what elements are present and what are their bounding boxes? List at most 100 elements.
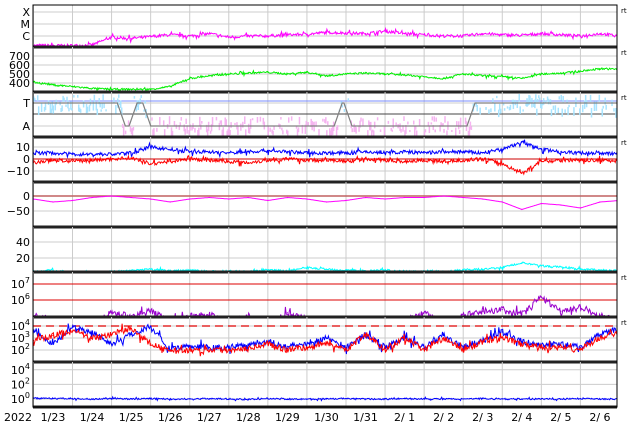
polarity-mark (88, 105, 91, 112)
data-point (540, 296, 542, 298)
data-point (267, 159, 269, 161)
data-point (267, 199, 269, 202)
x-tick-label: 1/30 (314, 411, 339, 424)
polarity-mark (140, 95, 142, 98)
data-point (443, 160, 445, 162)
data-point (189, 198, 191, 200)
polarity-mark (428, 125, 431, 134)
x-tick-label: 2/ 3 (472, 411, 493, 424)
polarity-mark (499, 108, 502, 114)
rt-label: rt (621, 319, 627, 327)
data-point (423, 349, 425, 351)
polarity-mark (229, 129, 231, 135)
data-point (579, 305, 582, 307)
data-point (540, 398, 542, 400)
data-point (150, 88, 152, 90)
polarity-mark (188, 130, 190, 135)
plot-area (33, 283, 620, 320)
polarity-mark (443, 128, 445, 133)
data-point (443, 195, 445, 197)
data-point (345, 152, 347, 154)
polarity-mark (325, 117, 327, 124)
polarity-mark (485, 107, 487, 110)
data-point (130, 333, 132, 335)
x-tick-label: 2/ 1 (394, 411, 415, 424)
x-tick-label: 1/31 (353, 411, 378, 424)
data-point (306, 198, 308, 200)
data-point (52, 319, 53, 320)
data-point (150, 398, 152, 400)
data-point (482, 198, 484, 200)
data-point (208, 159, 210, 161)
polarity-mark (355, 127, 357, 134)
data-point (365, 319, 366, 320)
polarity-mark (512, 99, 515, 110)
data-point (52, 152, 54, 154)
polarity-mark (222, 127, 225, 137)
data-point (443, 35, 445, 37)
polarity-mark (605, 104, 607, 110)
rt-label: rt (621, 94, 627, 102)
data-point (560, 72, 562, 74)
data-point (599, 201, 601, 203)
polarity-mark (173, 120, 176, 126)
data-point (325, 201, 328, 203)
polarity-mark (503, 108, 506, 111)
polarity-mark (537, 98, 539, 103)
data-point (306, 347, 308, 349)
polarity-mark (326, 130, 328, 136)
tick-label: 40 (16, 236, 30, 249)
data-point (501, 337, 503, 339)
data-point (540, 73, 542, 75)
data-point (306, 159, 308, 161)
data-point (540, 33, 542, 35)
data-point (306, 398, 308, 400)
polarity-mark (55, 99, 58, 105)
data-point (619, 200, 620, 201)
x-tick-label: 1/25 (119, 411, 144, 424)
data-point (404, 196, 406, 199)
polarity-mark (73, 95, 75, 98)
data-point (599, 33, 601, 35)
polarity-mark (234, 122, 236, 125)
data-point (619, 331, 620, 332)
data-point (247, 398, 249, 400)
polarity-mark (409, 130, 411, 133)
polarity-mark (476, 104, 478, 112)
tick-label: 100 (11, 391, 30, 406)
polarity-mark (522, 109, 524, 112)
polarity-mark (220, 120, 223, 126)
data-point (364, 398, 367, 400)
data-point (482, 158, 484, 160)
polarity-mark (494, 103, 496, 112)
data-point (345, 73, 347, 75)
polarity-mark (99, 103, 101, 108)
data-point (150, 343, 152, 345)
polarity-mark (52, 105, 55, 114)
polarity-mark (180, 117, 183, 121)
data-point (364, 72, 367, 74)
panel-imf-bt-bz: 100−10rt (7, 137, 627, 184)
data-point (286, 349, 288, 351)
data-point (325, 31, 328, 33)
panel-imf-polarity: TArt (22, 92, 627, 139)
data-point (110, 343, 113, 345)
polarity-mark (539, 97, 541, 100)
data-point (286, 345, 288, 347)
polarity-mark (379, 129, 382, 133)
polarity-mark (470, 126, 473, 130)
plot-area (33, 395, 617, 402)
data-point (619, 319, 620, 320)
data-point (228, 36, 230, 38)
data-point (91, 153, 93, 155)
data-point (52, 159, 54, 161)
data-point (423, 159, 425, 161)
data-point (521, 77, 523, 80)
data-point (482, 33, 484, 35)
polarity-mark (318, 129, 320, 136)
polarity-mark (71, 108, 73, 111)
polarity-mark (457, 121, 460, 130)
data-point (208, 33, 210, 35)
polarity-mark (282, 130, 284, 135)
data-point (110, 312, 113, 314)
